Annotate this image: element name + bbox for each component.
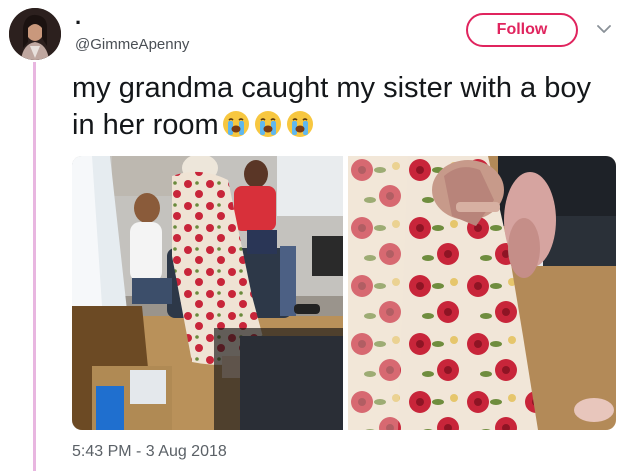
crying-emoji-icon — [221, 109, 251, 139]
tweet-text: my grandma caught my sister with a boy i… — [72, 70, 612, 144]
tweet-timestamp[interactable]: 5:43 PM - 3 Aug 2018 — [72, 443, 227, 461]
thread-line — [33, 62, 36, 471]
user-handle[interactable]: @GimmeApenny — [75, 37, 189, 53]
photo-room-scene[interactable] — [72, 156, 343, 430]
photo-dress-closeup[interactable] — [348, 156, 616, 430]
crying-emoji-icon — [253, 109, 283, 139]
tweet-media — [72, 156, 616, 430]
avatar[interactable] — [9, 8, 61, 60]
crying-emoji-icon — [285, 109, 315, 139]
chevron-down-icon[interactable] — [597, 24, 611, 34]
display-name[interactable]: . — [75, 6, 81, 28]
follow-button[interactable]: Follow — [466, 13, 578, 47]
tweet-text-content: my grandma caught my sister with a boy i… — [72, 72, 591, 141]
